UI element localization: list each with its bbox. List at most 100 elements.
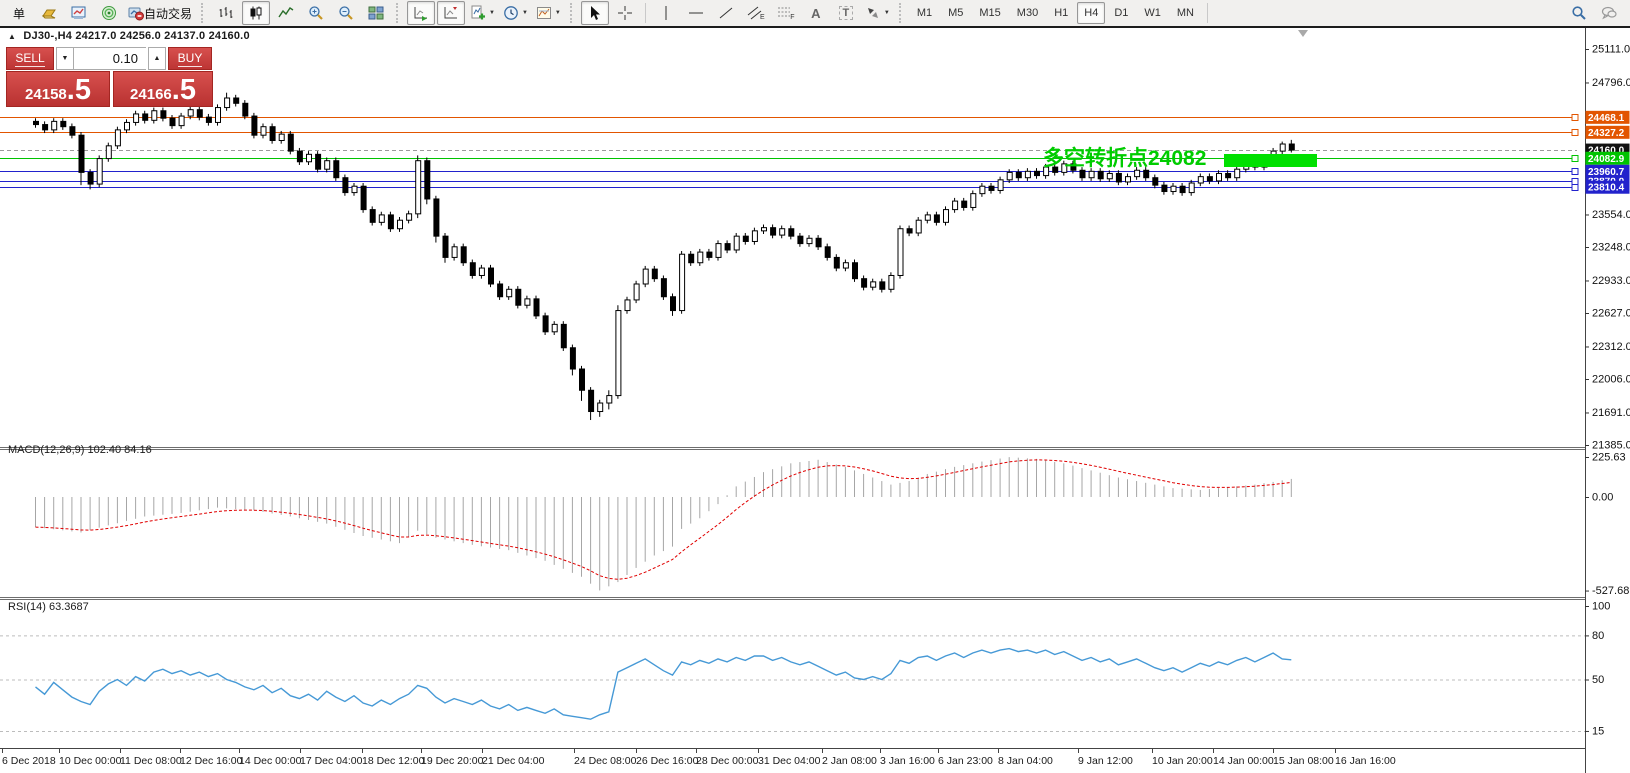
indicators-button[interactable]: ▼ — [467, 1, 498, 25]
cursor-button[interactable] — [581, 1, 609, 25]
candle-body — [407, 214, 412, 220]
candle-body — [1171, 186, 1176, 191]
candle-body — [616, 311, 621, 396]
chat-icon — [1601, 5, 1617, 21]
timeframe-M30[interactable]: M30 — [1010, 2, 1045, 24]
price-tag-label: 23810.4 — [1588, 183, 1625, 194]
autoscroll-button[interactable] — [407, 1, 435, 25]
zoom-in-button[interactable] — [302, 1, 330, 25]
timeframe-M1[interactable]: M1 — [910, 2, 939, 24]
chevron-down-icon: ▼ — [522, 10, 528, 16]
candlestick-chart-button[interactable] — [242, 1, 270, 25]
zoom-out-button[interactable] — [332, 1, 360, 25]
tile-windows-icon — [368, 5, 384, 21]
candle-body — [288, 134, 293, 151]
timeframe-W1[interactable]: W1 — [1137, 2, 1168, 24]
candle-body — [243, 103, 248, 116]
profiles-button[interactable] — [35, 1, 63, 25]
candle-body — [980, 186, 985, 193]
price-scale-label: 21691.0 — [1592, 407, 1630, 419]
chart-shift-button[interactable] — [437, 1, 465, 25]
trendline-icon — [718, 5, 734, 21]
buy-button[interactable]: BUY — [168, 47, 212, 70]
arrows-button[interactable]: ▼ — [862, 1, 893, 25]
equidistant-channel-button[interactable]: E — [742, 1, 770, 25]
candle-body — [152, 111, 157, 121]
candle-body — [52, 121, 57, 130]
candle-body — [498, 284, 503, 297]
toolbar-separator — [396, 3, 401, 23]
text-label-tool-label: T — [839, 6, 854, 20]
turning-point-annotation[interactable]: 多空转折点24082 — [1043, 142, 1206, 172]
timeframe-H1[interactable]: H1 — [1047, 2, 1075, 24]
candle-body — [334, 161, 339, 178]
sell-price-frac: .5 — [67, 75, 91, 105]
chart-shift-marker-icon[interactable] — [1298, 30, 1308, 37]
timeframe-H4[interactable]: H4 — [1077, 2, 1105, 24]
chart-canvas[interactable]: 25111.024796.023554.023248.022933.022627… — [0, 0, 1630, 773]
timeframe-D1[interactable]: D1 — [1107, 2, 1135, 24]
timeframe-M15[interactable]: M15 — [972, 2, 1007, 24]
time-label: 6 Jan 23:00 — [938, 755, 993, 767]
chevron-down-icon: ▼ — [884, 10, 890, 16]
time-label: 17 Dec 04:00 — [300, 755, 363, 767]
volume-decrease-button[interactable]: ▼ — [56, 47, 74, 70]
new-chart-button[interactable] — [65, 1, 93, 25]
candle-body — [570, 348, 575, 369]
price-scale-label: 23554.0 — [1592, 209, 1630, 221]
vertical-line-button[interactable] — [652, 1, 680, 25]
price-scale-label: 22312.0 — [1592, 341, 1630, 353]
autotrading-button[interactable]: 自动交易 — [125, 1, 195, 25]
timeframe-MN[interactable]: MN — [1170, 2, 1201, 24]
time-label: 28 Dec 00:00 — [696, 755, 759, 767]
price-scale-label: 22006.0 — [1592, 374, 1630, 386]
volume-input[interactable]: 0.10 — [74, 47, 146, 70]
chart-shift-icon — [443, 5, 459, 21]
bar-chart-icon — [218, 5, 234, 21]
toolbar-divider — [645, 3, 646, 23]
buy-button-label: BUY — [178, 51, 203, 67]
rsi-scale-label: 15 — [1592, 725, 1604, 737]
time-label: 14 Jan 00:00 — [1213, 755, 1274, 767]
vertical-line-icon — [658, 5, 674, 21]
bar-chart-button[interactable] — [212, 1, 240, 25]
candle-body — [1107, 173, 1112, 178]
candle-body — [561, 324, 566, 347]
candle-body — [689, 254, 694, 263]
candle-body — [661, 279, 666, 297]
trendline-button[interactable] — [712, 1, 740, 25]
line-chart-button[interactable] — [272, 1, 300, 25]
arrows-icon — [865, 5, 881, 21]
candle-body — [1180, 186, 1185, 192]
buy-price-display[interactable]: 24166 .5 — [113, 71, 213, 107]
crosshair-button[interactable] — [611, 1, 639, 25]
text-tool-button[interactable]: A — [802, 1, 830, 25]
sell-button[interactable]: SELL — [6, 47, 54, 70]
signals-button[interactable] — [95, 1, 123, 25]
candle-body — [216, 108, 221, 123]
templates-button[interactable]: ▼ — [533, 1, 564, 25]
new-order-button[interactable]: 单 — [5, 1, 33, 25]
chat-button[interactable] — [1595, 1, 1623, 25]
candle-body — [1007, 172, 1012, 179]
horizontal-line-button[interactable] — [682, 1, 710, 25]
tile-windows-button[interactable] — [362, 1, 390, 25]
periods-button[interactable]: ▼ — [500, 1, 531, 25]
fibonacci-button[interactable]: F — [772, 1, 800, 25]
text-label-tool-button[interactable]: T — [832, 1, 860, 25]
search-button[interactable] — [1565, 1, 1593, 25]
volume-increase-button[interactable]: ▲ — [148, 47, 166, 70]
timeframe-M5[interactable]: M5 — [941, 2, 970, 24]
time-label: 2 Jan 08:00 — [822, 755, 877, 767]
candle-body — [953, 201, 958, 210]
candle-body — [1153, 178, 1158, 185]
candle-body — [188, 110, 193, 116]
time-label: 6 Dec 2018 — [2, 755, 56, 767]
candle-body — [534, 299, 539, 316]
rsi-scale-label: 100 — [1592, 601, 1610, 613]
annotation-highlight-bar[interactable] — [1224, 154, 1317, 167]
candle-body — [43, 125, 48, 130]
panel-collapse-icon[interactable]: ▲ — [8, 32, 16, 41]
sell-price-display[interactable]: 24158 .5 — [6, 71, 110, 107]
candle-body — [625, 300, 630, 311]
